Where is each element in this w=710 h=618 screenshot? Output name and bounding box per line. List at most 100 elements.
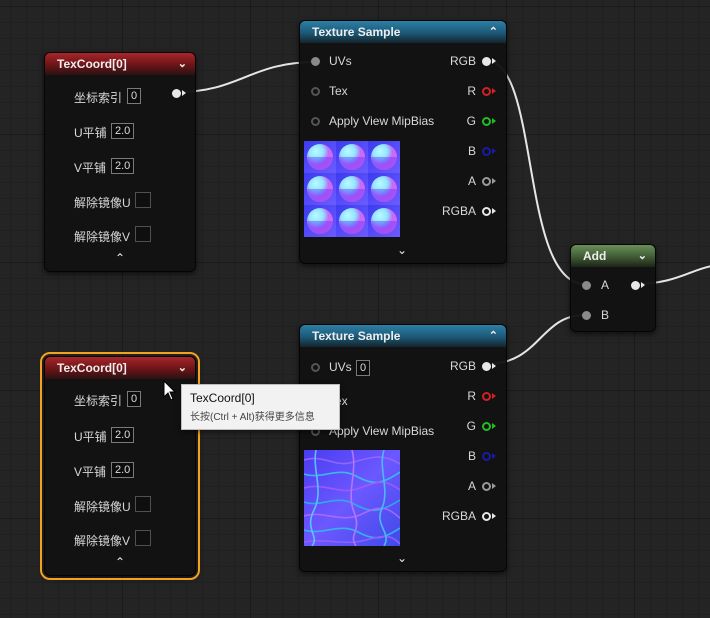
chevron-up-icon[interactable]: ⌃ — [115, 555, 125, 569]
r-output-label: R — [467, 389, 476, 403]
pin-arrow-icon — [492, 453, 496, 459]
pin-arrow-icon — [492, 423, 496, 429]
coord-index-input[interactable]: 0 — [127, 391, 142, 407]
b-input-label: B — [601, 308, 610, 322]
pin-arrow-icon — [492, 393, 496, 399]
a-output-label: A — [467, 174, 476, 188]
pin-arrow-icon — [492, 483, 496, 489]
coord-index-label: 坐标索引 — [74, 394, 123, 408]
texture-sample-node-top[interactable]: Texture Sample ⌃ UVs Tex Apply View MipB… — [299, 20, 507, 264]
a-input-pin[interactable] — [582, 281, 591, 290]
chevron-down-icon[interactable]: ⌄ — [397, 243, 407, 257]
node-title: Texture Sample — [312, 329, 401, 343]
mipbias-label: Apply View MipBias — [329, 114, 435, 128]
b-output-label: B — [467, 144, 476, 158]
rgb-output-label: RGB — [449, 359, 476, 373]
texture-preview-image — [304, 450, 400, 546]
a-output-pin[interactable] — [482, 177, 491, 186]
pin-arrow-icon — [182, 90, 186, 96]
add-node-header[interactable]: Add ⌄ — [571, 245, 655, 267]
chevron-down-icon[interactable]: ⌄ — [178, 53, 187, 75]
texture-sample-node-bottom[interactable]: Texture Sample ⌃ UVs 0 Tex Apply View Mi… — [299, 324, 507, 572]
rgb-output-label: RGB — [449, 54, 476, 68]
chevron-down-icon[interactable]: ⌄ — [638, 245, 647, 267]
pin-arrow-icon — [492, 208, 496, 214]
rgba-output-label: RGBA — [441, 509, 476, 523]
tex-label: Tex — [329, 84, 348, 98]
rgb-output-pin[interactable] — [482, 362, 491, 371]
mipbias-label: Apply View MipBias — [329, 424, 435, 438]
pin-arrow-icon — [492, 363, 496, 369]
uvs-label: UVs — [329, 360, 352, 374]
pin-arrow-icon — [641, 282, 645, 288]
b-output-pin[interactable] — [482, 452, 491, 461]
texcoord-node-top[interactable]: TexCoord[0] ⌄ 坐标索引 0 U平铺 2.0 V平铺 2.0 解除镜… — [44, 52, 196, 272]
chevron-down-icon[interactable]: ⌄ — [178, 357, 187, 379]
wire-texcoord-to-uvs — [176, 61, 317, 93]
node-title: TexCoord[0] — [57, 57, 127, 71]
b-input-pin[interactable] — [582, 311, 591, 320]
a-output-label: A — [467, 479, 476, 493]
v-tile-label: V平铺 — [74, 161, 107, 175]
texcoord-node-header[interactable]: TexCoord[0] ⌄ — [45, 357, 195, 379]
texture-sample-header[interactable]: Texture Sample ⌃ — [300, 325, 506, 347]
unmirror-u-label: 解除镜像U — [74, 196, 131, 210]
pin-arrow-icon — [492, 118, 496, 124]
g-output-label: G — [466, 419, 476, 433]
pin-arrow-icon — [492, 513, 496, 519]
texture-preview-image — [304, 141, 400, 237]
b-output-pin[interactable] — [482, 147, 491, 156]
node-tooltip: TexCoord[0] 长按(Ctrl + Alt)获得更多信息 — [181, 384, 340, 430]
v-tile-input[interactable]: 2.0 — [111, 158, 135, 174]
unmirror-v-checkbox[interactable] — [135, 226, 151, 242]
node-title: TexCoord[0] — [57, 361, 127, 375]
u-tile-input[interactable]: 2.0 — [111, 427, 135, 443]
tooltip-hint: 长按(Ctrl + Alt)获得更多信息 — [190, 412, 315, 423]
texcoord-node-header[interactable]: TexCoord[0] ⌄ — [45, 53, 195, 75]
g-output-pin[interactable] — [482, 422, 491, 431]
u-tile-label: U平铺 — [74, 430, 107, 444]
v-tile-label: V平铺 — [74, 465, 107, 479]
pin-arrow-icon — [492, 148, 496, 154]
chevron-up-icon[interactable]: ⌃ — [489, 21, 498, 43]
coord-index-input[interactable]: 0 — [127, 88, 142, 104]
unmirror-u-checkbox[interactable] — [135, 496, 151, 512]
chevron-down-icon[interactable]: ⌄ — [397, 551, 407, 565]
chevron-up-icon[interactable]: ⌃ — [489, 325, 498, 347]
texture-sample-header[interactable]: Texture Sample ⌃ — [300, 21, 506, 43]
tooltip-title: TexCoord[0] — [190, 391, 255, 405]
rgba-output-pin[interactable] — [482, 512, 491, 521]
pin-arrow-icon — [492, 58, 496, 64]
r-output-pin[interactable] — [482, 392, 491, 401]
unmirror-u-label: 解除镜像U — [74, 500, 131, 514]
coord-index-label: 坐标索引 — [74, 91, 123, 105]
uvs-input[interactable]: 0 — [356, 360, 371, 376]
a-output-pin[interactable] — [482, 482, 491, 491]
pin-arrow-icon — [492, 88, 496, 94]
add-node[interactable]: Add ⌄ A B — [570, 244, 656, 332]
g-output-label: G — [466, 114, 476, 128]
output-pin[interactable] — [172, 89, 181, 98]
r-output-pin[interactable] — [482, 87, 491, 96]
g-output-pin[interactable] — [482, 117, 491, 126]
unmirror-u-checkbox[interactable] — [135, 192, 151, 208]
rgba-output-pin[interactable] — [482, 207, 491, 216]
unmirror-v-checkbox[interactable] — [135, 530, 151, 546]
output-pin[interactable] — [631, 281, 640, 290]
mipbias-input-pin[interactable] — [311, 117, 320, 126]
uvs-label: UVs — [329, 54, 352, 68]
unmirror-v-label: 解除镜像V — [74, 230, 131, 244]
uvs-input-pin[interactable] — [311, 57, 320, 66]
rgb-output-pin[interactable] — [482, 57, 491, 66]
chevron-up-icon[interactable]: ⌃ — [115, 251, 125, 265]
u-tile-input[interactable]: 2.0 — [111, 123, 135, 139]
pin-arrow-icon — [492, 178, 496, 184]
tex-input-pin[interactable] — [311, 87, 320, 96]
uvs-input-pin[interactable] — [311, 363, 320, 372]
v-tile-input[interactable]: 2.0 — [111, 462, 135, 478]
u-tile-label: U平铺 — [74, 126, 107, 140]
unmirror-v-label: 解除镜像V — [74, 534, 131, 548]
a-input-label: A — [601, 278, 610, 292]
node-title: Texture Sample — [312, 25, 401, 39]
b-output-label: B — [467, 449, 476, 463]
